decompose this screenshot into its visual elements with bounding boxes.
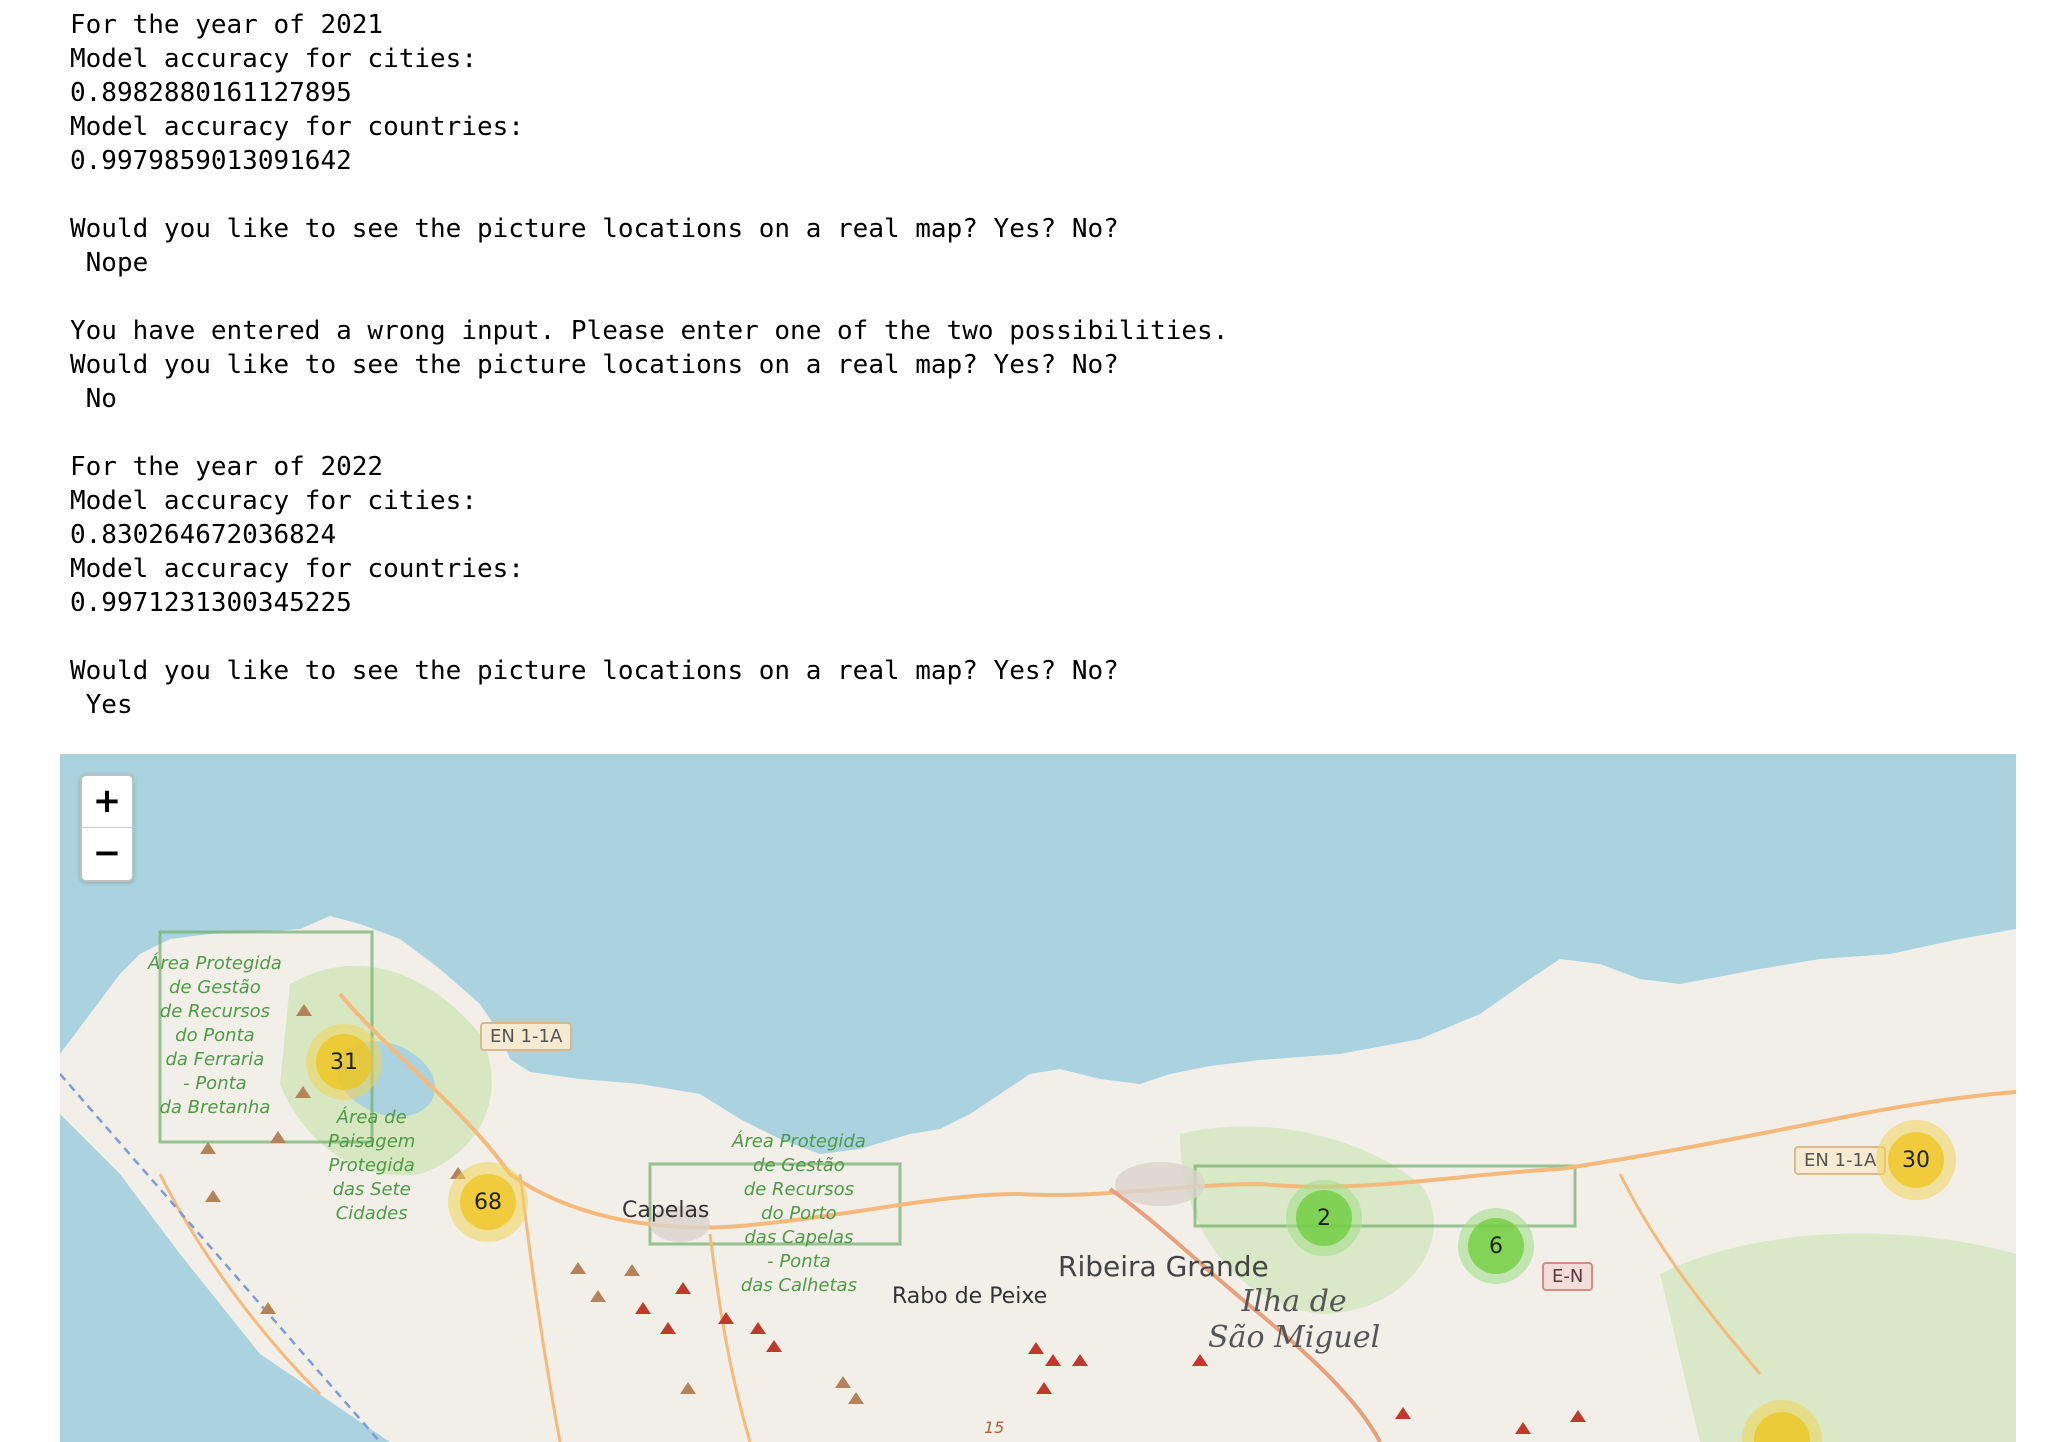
output-line: You have entered a wrong input. Please e…: [70, 316, 1229, 346]
park-label-capelas: Área Protegida de Gestão de Recursos do …: [732, 1131, 866, 1296]
urban-area: [1115, 1162, 1205, 1206]
output-line: Would you like to see the picture locati…: [70, 350, 1119, 380]
vegetation-area: [1660, 1233, 2016, 1442]
place-label-ribeira-grande: Ribeira Grande: [1058, 1250, 1269, 1283]
cluster-count: 31: [316, 1034, 372, 1090]
marker-cluster[interactable]: 31: [306, 1024, 382, 1100]
cluster-count: 6: [1468, 1218, 1524, 1274]
zoom-in-button[interactable]: +: [82, 776, 132, 828]
marker-cluster[interactable]: 30: [1876, 1120, 1956, 1200]
park-label-ferraria: Área Protegida de Gestão de Recursos do …: [148, 953, 282, 1118]
marker-cluster[interactable]: 6: [1458, 1208, 1534, 1284]
cluster-count: 30: [1888, 1132, 1944, 1188]
map-view[interactable]: + − Área Protegida de Gestão de Recursos…: [60, 754, 2016, 1442]
output-line: Yes: [70, 690, 133, 720]
output-line: Model accuracy for cities:: [70, 44, 477, 74]
park-label-sete-cidades: Área de Paisagem Protegida das Sete Cida…: [328, 1107, 416, 1224]
road-shield-e-n: E-N: [1542, 1262, 1594, 1291]
marker-cluster[interactable]: 68: [448, 1162, 528, 1242]
road-shield-en-west: EN 1-1A: [480, 1022, 573, 1051]
output-line: Model accuracy for countries:: [70, 112, 524, 142]
output-line: Would you like to see the picture locati…: [70, 214, 1119, 244]
output-line: Would you like to see the picture locati…: [70, 656, 1119, 686]
road-shield-en-east: EN 1-1A: [1794, 1146, 1887, 1175]
output-line: Nope: [70, 248, 149, 278]
output-line: Model accuracy for cities:: [70, 486, 477, 516]
output-line: Model accuracy for countries:: [70, 554, 524, 584]
output-line: For the year of 2021: [70, 10, 384, 40]
output-line: 0.9979859013091642: [70, 146, 352, 176]
cluster-count: 68: [460, 1174, 516, 1230]
output-line: 0.9971231300345225: [70, 588, 352, 618]
notebook-output: For the year of 2021 Model accuracy for c…: [70, 8, 1228, 722]
zoom-out-button[interactable]: −: [82, 828, 132, 879]
marker-cluster[interactable]: 2: [1286, 1180, 1362, 1256]
cluster-count: 2: [1296, 1190, 1352, 1246]
place-label-rabo-de-peixe: Rabo de Peixe: [892, 1284, 1048, 1309]
output-line: 0.830264672036824: [70, 520, 337, 550]
place-label-capelas: Capelas: [622, 1198, 710, 1223]
island-label: Ilha de São Miguel: [1208, 1284, 1381, 1355]
output-line: No: [70, 384, 117, 414]
output-line: For the year of 2022: [70, 452, 384, 482]
zoom-control: + −: [80, 774, 134, 882]
output-line: 0.8982880161127895: [70, 78, 352, 108]
road-number-15: 15: [984, 1418, 1005, 1437]
